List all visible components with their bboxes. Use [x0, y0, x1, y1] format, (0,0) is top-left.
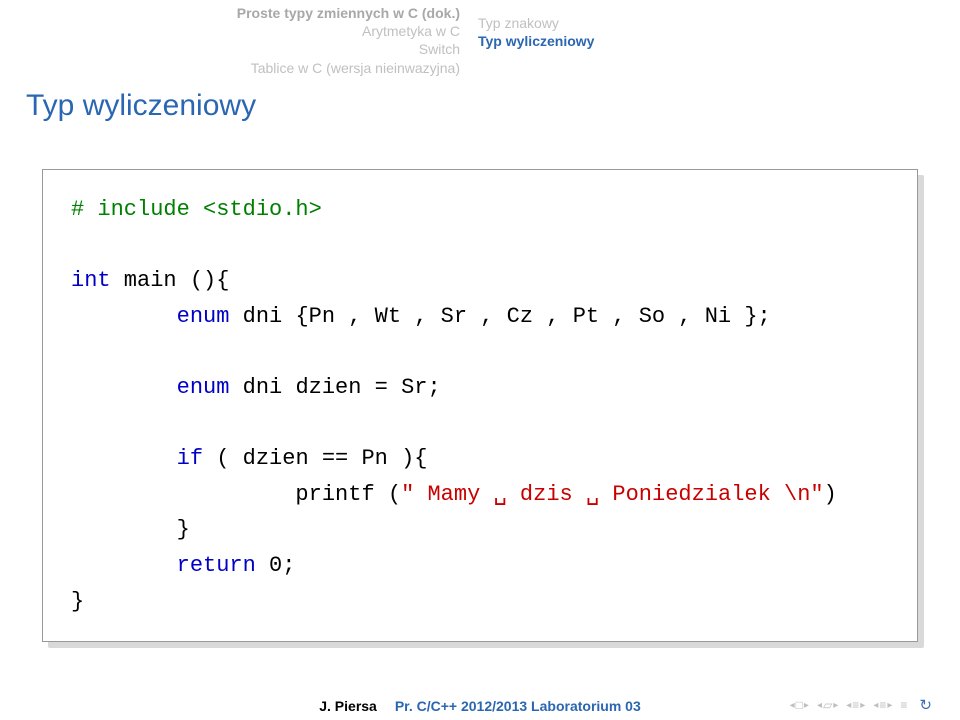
slide-header: Proste typy zmiennych w C (dok.) Arytmet…	[0, 0, 960, 83]
nav-section-item[interactable]: Proste typy zmiennych w C (dok.)	[0, 4, 460, 22]
code-token: enum	[71, 304, 229, 329]
code-token: dni dzien = Sr;	[229, 375, 440, 400]
page-title: Typ wyliczeniowy	[0, 83, 960, 141]
nav-section-item[interactable]: Switch	[0, 40, 460, 58]
footer-author: J. Piersa	[319, 698, 377, 714]
nav-subsection-item[interactable]: Typ wyliczeniowy	[478, 32, 960, 50]
footer-title: Pr. C/C++ 2012/2013 Laboratorium 03	[395, 698, 641, 714]
code-token: dni {Pn , Wt , Sr , Cz , Pt , So , Ni };	[229, 304, 770, 329]
code-token: }	[71, 517, 190, 542]
code-listing: # include <stdio.h> int main (){ enum dn…	[42, 169, 918, 643]
nav-section-item[interactable]: Tablice w C (wersja nieinwazyjna)	[0, 59, 460, 77]
code-token: printf (	[71, 482, 401, 507]
slide-footer: J. Piersa Pr. C/C++ 2012/2013 Laboratori…	[0, 698, 960, 714]
code-token: ( dzien == Pn ){	[203, 446, 427, 471]
code-token: # include <stdio.h>	[71, 197, 322, 222]
code-token: 0;	[256, 553, 296, 578]
code-token: int	[71, 268, 111, 293]
nav-subsections: Typ znakowy Typ wyliczeniowy	[478, 4, 960, 77]
code-token: main (){	[111, 268, 230, 293]
code-token: if	[71, 446, 203, 471]
code-token: enum	[71, 375, 229, 400]
code-token: " Mamy ␣ dzis ␣ Poniedzialek \n"	[401, 482, 824, 507]
code-token: return	[71, 553, 256, 578]
code-box: # include <stdio.h> int main (){ enum dn…	[42, 169, 918, 643]
code-token: }	[71, 589, 84, 614]
nav-section-item[interactable]: Arytmetyka w C	[0, 22, 460, 40]
nav-sections: Proste typy zmiennych w C (dok.) Arytmet…	[0, 4, 478, 77]
code-token: )	[824, 482, 837, 507]
nav-subsection-item[interactable]: Typ znakowy	[478, 14, 960, 32]
